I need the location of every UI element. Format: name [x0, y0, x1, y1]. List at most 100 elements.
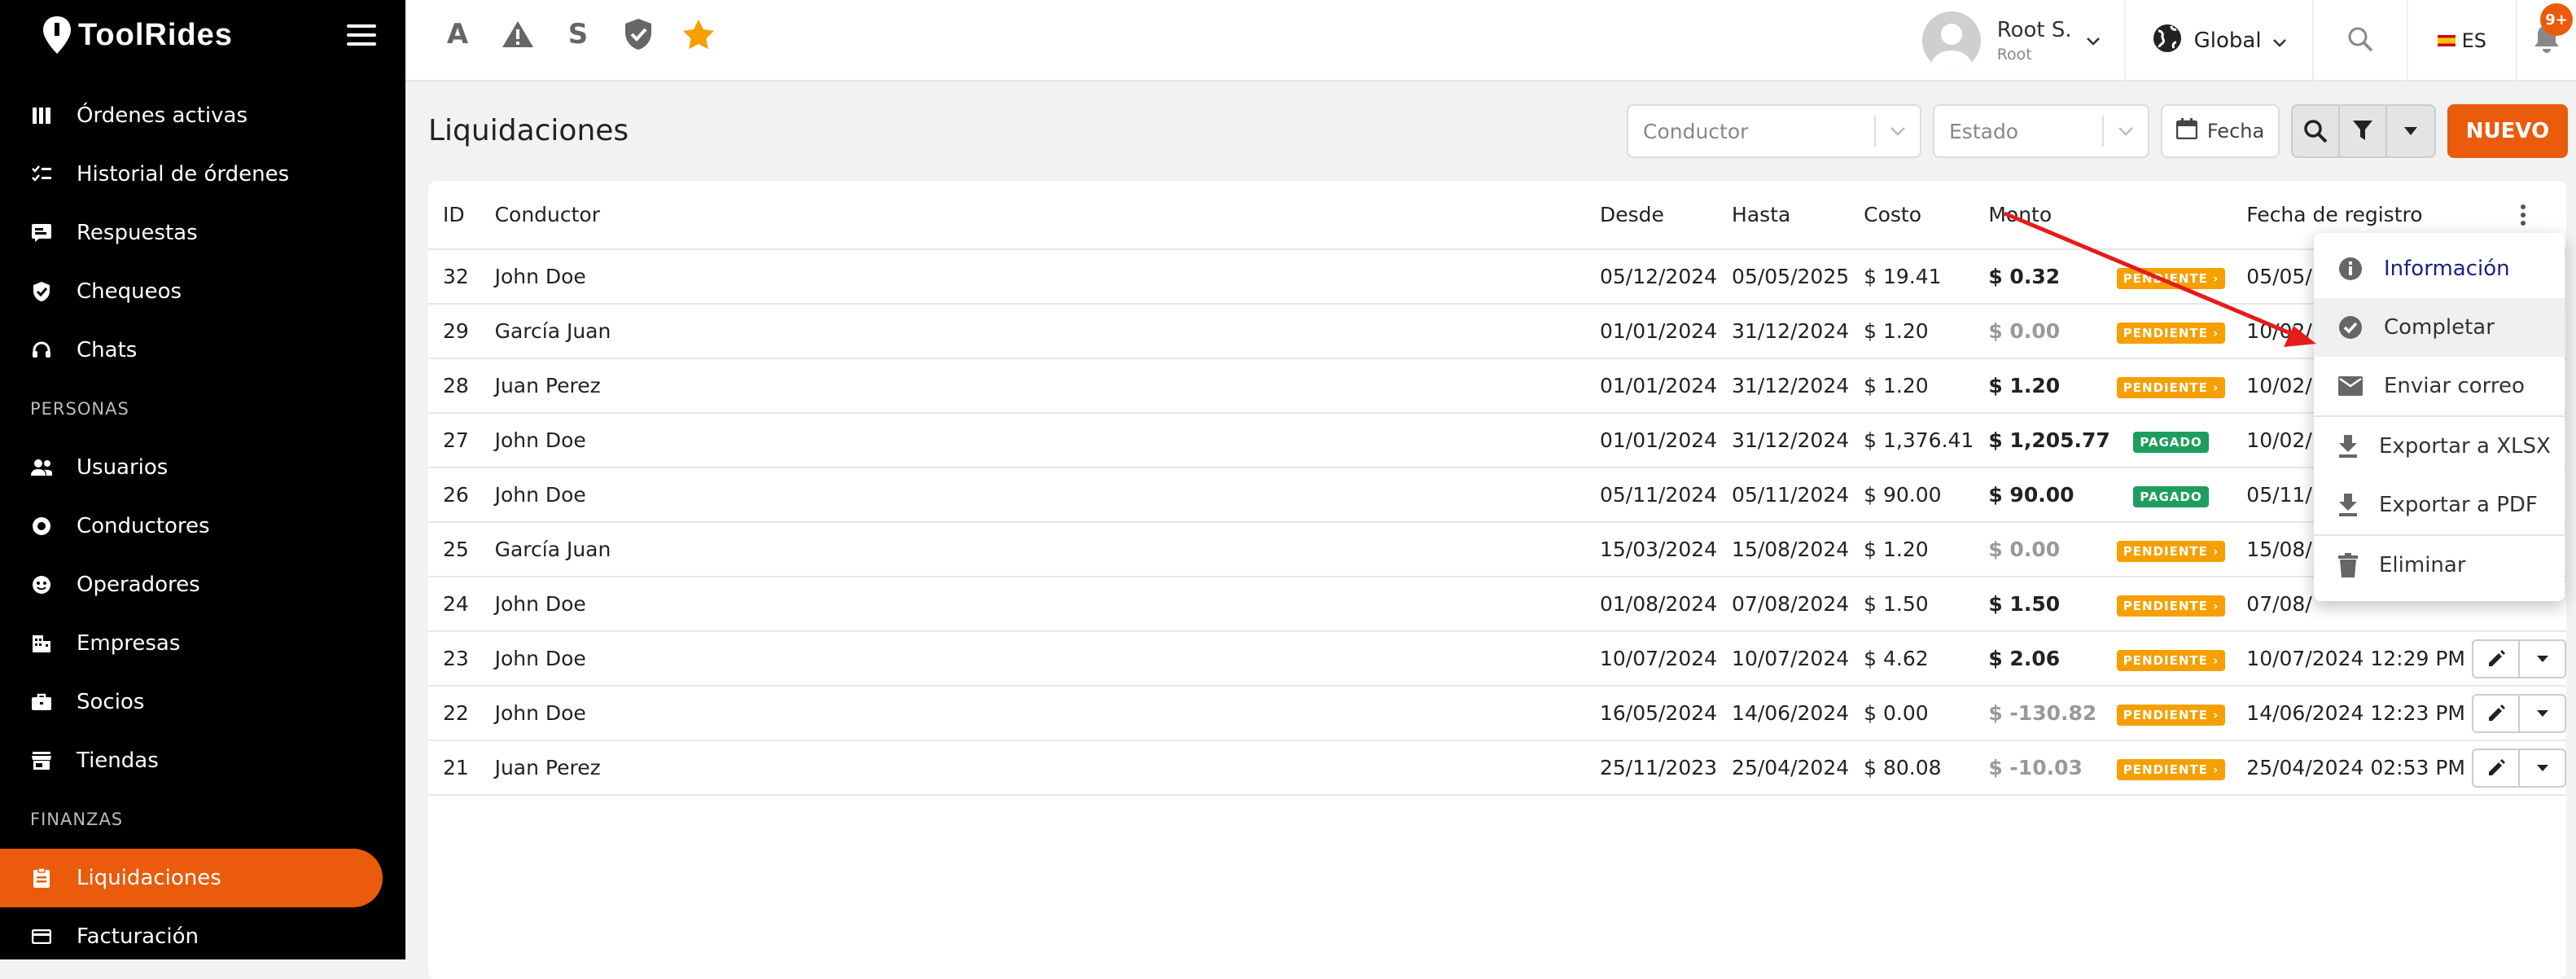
- sidebar-item-socios[interactable]: Socios: [0, 673, 405, 731]
- star-icon[interactable]: [681, 16, 716, 52]
- table-row[interactable]: 27 John Doe 01/01/2024 31/12/2024 $ 1,376.41…: [428, 413, 2566, 468]
- filter-dropdown-button[interactable]: [2387, 106, 2434, 156]
- status-badge[interactable]: PENDIENTE ›: [2116, 759, 2226, 780]
- avatar: [1921, 11, 1981, 70]
- chevron-down-icon: [1890, 126, 1905, 136]
- menu-item-exportar-pdf[interactable]: Exportar a PDF: [2314, 476, 2565, 534]
- select-arrow: [2102, 116, 2133, 147]
- download-icon: [2339, 435, 2357, 458]
- sidebar-item-ordenes-activas[interactable]: Órdenes activas: [0, 86, 405, 145]
- status-badge[interactable]: PENDIENTE ›: [2116, 323, 2226, 344]
- app-logo[interactable]: ToolRides: [41, 15, 233, 55]
- sidebar-item-respuestas[interactable]: Respuestas: [0, 204, 405, 262]
- sidebar-item-label: Conductores: [77, 514, 210, 538]
- sidebar-item-conductores[interactable]: Conductores: [0, 497, 405, 555]
- region-selector[interactable]: Global: [2126, 0, 2314, 81]
- notifications-button[interactable]: 9+: [2517, 0, 2576, 81]
- cell-costo-text: $ 19.41: [1864, 265, 1942, 288]
- table-row[interactable]: 32 John Doe 05/12/2024 05/05/2025 $ 19.41 $ 0…: [428, 249, 2566, 305]
- status-badge[interactable]: PENDIENTE ›: [2116, 595, 2226, 617]
- filter-bar: Conductor Estado Fecha NUEVO: [1627, 104, 2568, 158]
- fecha-button[interactable]: Fecha: [2161, 104, 2280, 158]
- menu-toggle-button[interactable]: [347, 24, 376, 46]
- col-monto[interactable]: Monto: [1974, 181, 2110, 250]
- table-row[interactable]: 26 John Doe 05/11/2024 05/11/2024 $ 90.00 $ 9…: [428, 468, 2566, 523]
- table-row[interactable]: 23 John Doe 10/07/2024 10/07/2024 $ 4.62 $ 2.…: [428, 631, 2566, 687]
- sidebar-item-usuarios[interactable]: Usuarios: [0, 438, 405, 497]
- menu-item-exportar-xlsx[interactable]: Exportar a XLSX: [2314, 417, 2565, 476]
- sidebar-item-tiendas[interactable]: Tiendas: [0, 731, 405, 790]
- row-dropdown-button[interactable]: [2520, 641, 2565, 677]
- status-badge[interactable]: PENDIENTE ›: [2116, 541, 2226, 562]
- cell-fecha-text: 10/02/: [2246, 428, 2312, 452]
- edit-button[interactable]: [2473, 640, 2520, 677]
- cell-costo: $ 0.00: [1849, 686, 1974, 741]
- estado-placeholder: Estado: [1949, 119, 2019, 143]
- table-row[interactable]: 29 García Juan 01/01/2024 31/12/2024 $ 1.20 $…: [428, 304, 2566, 359]
- edit-button[interactable]: [2473, 695, 2520, 731]
- table-row[interactable]: 24 John Doe 01/08/2024 07/08/2024 $ 1.50 $ 1.…: [428, 577, 2566, 632]
- cell-id-text: 25: [443, 538, 469, 561]
- menu-item-enviar-correo[interactable]: Enviar correo: [2314, 357, 2565, 415]
- shield-check-icon[interactable]: [620, 16, 656, 52]
- estado-select[interactable]: Estado: [1933, 104, 2149, 158]
- cell-costo-text: $ 1.20: [1864, 538, 1929, 561]
- menu-item-label: Eliminar: [2379, 553, 2466, 577]
- row-dropdown-button[interactable]: [2520, 750, 2565, 786]
- edit-button[interactable]: [2473, 749, 2520, 786]
- sidebar-item-operadores[interactable]: Operadores: [0, 555, 405, 614]
- sidebar-item-chats[interactable]: Chats: [0, 321, 405, 380]
- search-button[interactable]: [2293, 106, 2340, 156]
- cell-id-text: 23: [443, 647, 469, 670]
- cell-id: 22: [428, 686, 480, 741]
- nuevo-button[interactable]: NUEVO: [2447, 104, 2568, 158]
- sidebar-item-facturacion[interactable]: Facturación: [0, 907, 405, 966]
- sidebar-item-chequeos[interactable]: Chequeos: [0, 262, 405, 321]
- conductor-select[interactable]: Conductor: [1627, 104, 1921, 158]
- checklist-icon: [31, 164, 52, 185]
- table-row[interactable]: 21 Juan Perez 25/11/2023 25/04/2024 $ 80.08 $…: [428, 740, 2566, 796]
- col-hasta[interactable]: Hasta: [1717, 181, 1850, 250]
- cell-fecha: 25/04/2024 02:53 PM: [2232, 740, 2465, 796]
- sidebar-item-historial[interactable]: Historial de órdenes: [0, 145, 405, 204]
- caret-down-icon: [2536, 709, 2548, 717]
- status-badge[interactable]: PENDIENTE ›: [2116, 268, 2226, 289]
- status-badge[interactable]: PAGADO: [2133, 486, 2209, 507]
- top-search-button[interactable]: [2314, 0, 2408, 81]
- table-row[interactable]: 28 Juan Perez 01/01/2024 31/12/2024 $ 1.20 $ …: [428, 358, 2566, 414]
- cell-hasta-text: 07/08/2024: [1732, 592, 1850, 616]
- sidebar-item-liquidaciones[interactable]: Liquidaciones: [0, 849, 383, 907]
- menu-item-informacion[interactable]: Información: [2314, 239, 2565, 298]
- cell-monto-text: $ 2.06: [1988, 647, 2061, 670]
- cell-desde: 10/07/2024: [1584, 631, 1718, 687]
- table-row[interactable]: 22 John Doe 16/05/2024 14/06/2024 $ 0.00 $ -1…: [428, 686, 2566, 741]
- menu-item-eliminar[interactable]: Eliminar: [2314, 536, 2565, 595]
- status-badge[interactable]: PENDIENTE ›: [2116, 650, 2226, 671]
- table-row[interactable]: 25 García Juan 15/03/2024 15/08/2024 $ 1.20 $…: [428, 522, 2566, 577]
- sidebar-item-empresas[interactable]: Empresas: [0, 614, 405, 673]
- col-costo[interactable]: Costo: [1849, 181, 1974, 250]
- cell-conductor: John Doe: [480, 577, 1585, 632]
- row-action-group: [2472, 748, 2566, 788]
- status-badge[interactable]: PENDIENTE ›: [2116, 377, 2226, 398]
- kebab-menu-icon[interactable]: [2480, 204, 2566, 226]
- letter-s-icon[interactable]: S: [560, 16, 596, 52]
- user-menu[interactable]: Root S. Root: [1921, 0, 2126, 81]
- cell-hasta: 07/08/2024: [1717, 577, 1850, 632]
- filter-button[interactable]: [2340, 106, 2387, 156]
- user-silhouette-icon: [1930, 24, 1973, 70]
- letter-a-icon[interactable]: A: [440, 16, 475, 52]
- status-badge[interactable]: PAGADO: [2133, 432, 2209, 453]
- col-id[interactable]: ID: [428, 181, 480, 250]
- sidebar-item-label: Chats: [77, 338, 138, 362]
- row-dropdown-button[interactable]: [2520, 696, 2565, 731]
- col-conductor[interactable]: Conductor: [480, 181, 1585, 250]
- status-badge[interactable]: PENDIENTE ›: [2116, 705, 2226, 726]
- language-selector[interactable]: ES: [2408, 0, 2517, 81]
- warning-icon[interactable]: [500, 16, 536, 52]
- col-desde[interactable]: Desde: [1584, 181, 1718, 250]
- cell-desde: 05/12/2024: [1584, 249, 1718, 305]
- cell-conductor: John Doe: [480, 686, 1585, 741]
- cell-hasta: 05/05/2025: [1717, 249, 1850, 305]
- menu-item-completar[interactable]: Completar: [2314, 298, 2565, 357]
